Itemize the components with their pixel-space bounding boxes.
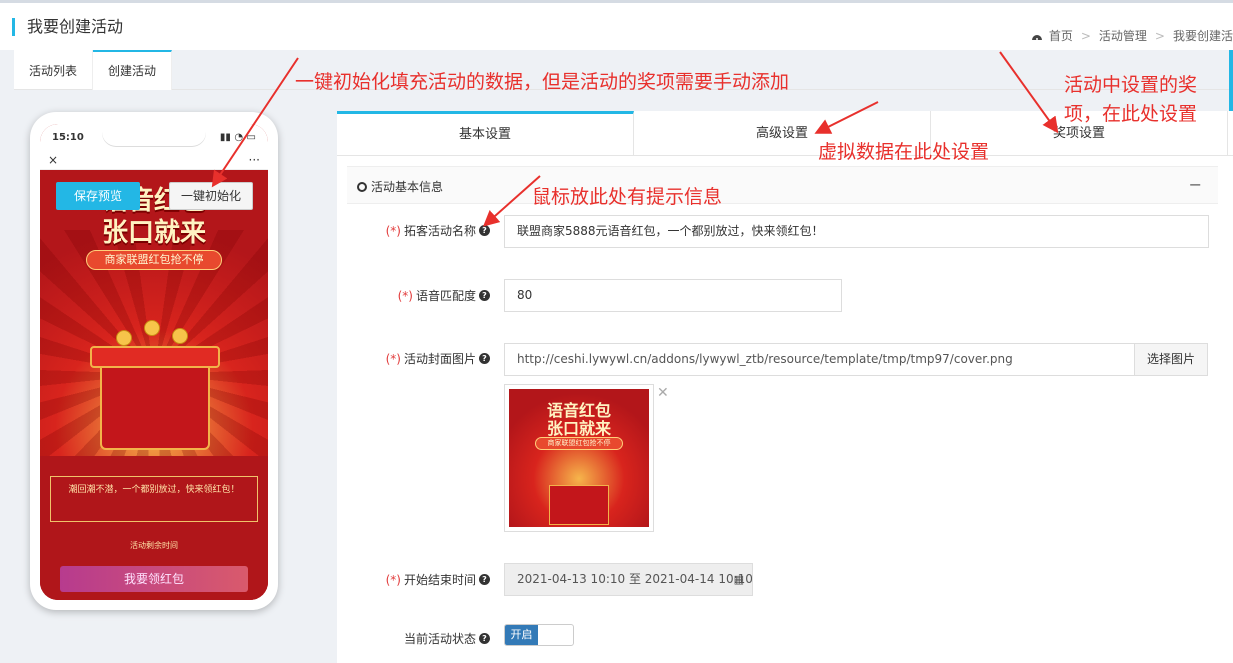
required-mark: (*) [385, 351, 401, 366]
annotation-prize-line1: 活动中设置的奖 [1064, 74, 1198, 96]
thumb-subtitle: 商家联盟红包抢不停 [535, 437, 623, 450]
coin-icon [172, 328, 188, 344]
section-basic-info[interactable]: 活动基本信息 − [347, 166, 1218, 204]
section-title: 活动基本信息 [357, 178, 443, 195]
help-icon[interactable]: ? [479, 633, 490, 644]
tab-basic-settings[interactable]: 基本设置 [337, 111, 634, 155]
thumb-title-line2: 张口就来 [546, 419, 611, 438]
date-range-input[interactable]: 2021-04-13 10:10 至 2021-04-14 10:10 ▦ [504, 563, 753, 596]
help-icon[interactable]: ? [479, 574, 490, 585]
activity-name-label: (*) 拓客活动名称 ? [386, 222, 490, 239]
cover-image-url-input[interactable]: http://ceshi.lywywl.cn/addons/lywywl_ztb… [504, 343, 1135, 376]
circle-icon [357, 181, 367, 192]
annotation-init: 一键初始化填充活动的数据，但是活动的奖项需要手动添加 [295, 71, 790, 93]
voice-match-label: (*) 语音匹配度 ? [398, 287, 490, 304]
start-end-time-label-text: 开始结束时间 [403, 573, 476, 587]
help-icon[interactable]: ? [479, 290, 490, 301]
breadcrumb: 首页 > 活动管理 > 我要创建活 [1031, 27, 1233, 44]
required-mark: (*) [385, 223, 401, 238]
coin-icon [144, 320, 160, 336]
annotation-prize-line2: 项，在此处设置 [1064, 103, 1198, 125]
poster-title-line2: 张口就来 [101, 218, 206, 248]
cover-image-label-text: 活动封面图片 [403, 352, 476, 366]
one-key-init-button[interactable]: 一键初始化 [169, 182, 253, 210]
start-end-time-label: (*) 开始结束时间 ? [386, 571, 490, 588]
date-range-value: 2021-04-13 10:10 至 2021-04-14 10:10 [517, 572, 753, 586]
close-icon[interactable]: × [48, 153, 58, 167]
phone-time: 15:10 [52, 131, 84, 143]
breadcrumb-home[interactable]: 首页 [1031, 27, 1073, 44]
breadcrumb-separator: > [1080, 28, 1091, 43]
collapse-icon[interactable]: − [1189, 175, 1202, 194]
poster-image: 语音红包 张口就来 商家联盟红包抢不停 潮回潮不潜，一个都别放过，快来领红包！ … [40, 170, 268, 600]
cover-image-thumbnail: 语音红包 张口就来 商家联盟红包抢不停 [504, 384, 654, 532]
activity-status-toggle[interactable]: 开启 [504, 624, 574, 646]
help-icon[interactable]: ? [479, 225, 490, 236]
required-mark: (*) [397, 288, 413, 303]
phone-notch [102, 124, 206, 146]
calendar-icon: ▦ [733, 573, 744, 586]
poster-subtitle: 商家联盟红包抢不停 [86, 250, 222, 270]
save-preview-button[interactable]: 保存预览 [56, 182, 140, 210]
settings-panel: 基本设置 高级设置 奖项设置 活动基本信息 − (*) 拓客活动名称 ? 联盟商… [337, 111, 1233, 663]
toggle-on-label: 开启 [505, 625, 538, 645]
remove-image-icon[interactable]: ✕ [657, 385, 669, 401]
page-title: 我要创建活动 [12, 18, 123, 36]
phone-nav-bar: × ··· [40, 150, 268, 170]
breadcrumb-item-activity-management[interactable]: 活动管理 [1099, 27, 1147, 44]
claim-red-packet-button[interactable]: 我要领红包 [60, 566, 248, 592]
voice-match-input[interactable]: 80 [504, 279, 842, 312]
required-mark: (*) [385, 572, 401, 587]
section-title-text: 活动基本信息 [371, 180, 444, 194]
help-icon[interactable]: ? [479, 353, 490, 364]
coin-icon [116, 330, 132, 346]
breadcrumb-item-home[interactable]: 首页 [1049, 27, 1073, 44]
activity-status-label-text: 当前活动状态 [403, 632, 476, 646]
choose-image-button[interactable]: 选择图片 [1134, 343, 1209, 376]
signal-battery-icon: ▮▮ ◔ ▭ [219, 131, 256, 143]
poster-slogan: 潮回潮不潜，一个都别放过，快来领红包！ [50, 476, 258, 522]
activity-name-label-text: 拓客活动名称 [403, 224, 476, 238]
tab-activity-list[interactable]: 活动列表 [14, 50, 94, 90]
annotation-tooltip: 鼠标放此处有提示信息 [532, 186, 723, 208]
more-icon[interactable]: ··· [249, 153, 260, 167]
page-header: 我要创建活动 首页 > 活动管理 > 我要创建活 [0, 0, 1233, 50]
annotation-virtual-data: 虚拟数据在此处设置 [818, 141, 990, 163]
dashboard-icon [1031, 34, 1042, 40]
gift-box-icon [100, 360, 210, 450]
activity-name-input[interactable]: 联盟商家5888元语音红包，一个都别放过，快来领红包！ [504, 215, 1209, 248]
gift-lid-icon [90, 346, 220, 368]
voice-match-label-text: 语音匹配度 [415, 289, 476, 303]
tab-create-activity[interactable]: 创建活动 [93, 50, 173, 90]
countdown-label: 活动剩余时间 [130, 541, 178, 550]
breadcrumb-separator: > [1154, 28, 1165, 43]
cover-image-label: (*) 活动封面图片 ? [386, 350, 490, 367]
activity-status-label: 当前活动状态 ? [404, 630, 490, 647]
breadcrumb-item-create-activity: 我要创建活 [1172, 29, 1233, 43]
thumbnail-poster: 语音红包 张口就来 商家联盟红包抢不停 [509, 389, 649, 527]
gift-box-icon [549, 485, 609, 525]
